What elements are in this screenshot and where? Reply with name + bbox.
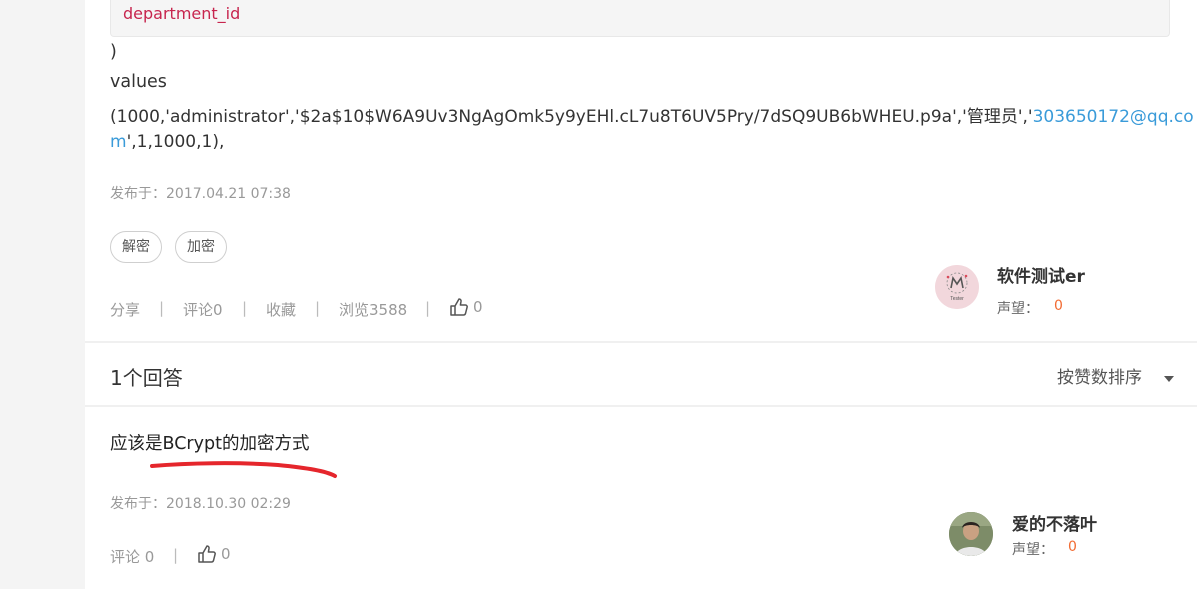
sql-values-text: (1000,'administrator','$2a$10$W6A9Uv3NgA…: [110, 107, 1033, 127]
thumbs-up-icon: [198, 544, 216, 563]
code-block: [110, 0, 1170, 37]
sql-close-paren: ): [110, 42, 117, 62]
answers-count: 1个回答: [110, 366, 183, 390]
svg-text:Tester: Tester: [950, 296, 964, 302]
answer-comment-button[interactable]: 评论 0: [110, 546, 154, 567]
answer-text: 应该是BCrypt的加密方式: [110, 434, 310, 454]
section-divider: [85, 405, 1197, 407]
like-count: 0: [473, 297, 483, 316]
answer-published-date: 发布于：2018.10.30 02:29: [110, 496, 291, 512]
views-count: 浏览3588: [339, 301, 408, 319]
email-link[interactable]: 303650172@qq.co: [1033, 107, 1194, 127]
answerer-avatar[interactable]: [949, 512, 993, 556]
answer-like-count: 0: [221, 544, 231, 563]
answer-like-button[interactable]: 0: [197, 543, 231, 564]
comment-button[interactable]: 评论0: [183, 299, 223, 320]
sort-dropdown[interactable]: 按赞数排序: [1057, 363, 1175, 388]
email-link-continued[interactable]: m: [110, 132, 127, 152]
tester-logo-icon: Tester: [935, 265, 979, 309]
sql-values-line-1: (1000,'administrator','$2a$10$W6A9Uv3NgA…: [110, 102, 1194, 127]
favorite-button[interactable]: 收藏: [266, 299, 296, 320]
reputation-label: 声望：: [997, 301, 1039, 317]
section-divider: [85, 341, 1197, 343]
share-button[interactable]: 分享: [110, 299, 140, 320]
red-underline-annotation: [150, 461, 337, 478]
separator: |: [173, 546, 179, 564]
author-name[interactable]: 软件测试er: [997, 262, 1085, 287]
sql-values-keyword: values: [110, 72, 167, 92]
answerer-reputation-value: 0: [1068, 539, 1077, 555]
tag-encrypt[interactable]: 加密: [175, 231, 227, 263]
answerer-reputation-label: 声望：: [1012, 542, 1054, 558]
person-photo-icon: [949, 512, 993, 556]
like-button[interactable]: 0: [449, 296, 483, 317]
thumbs-up-icon: [450, 297, 468, 316]
reputation-value: 0: [1054, 298, 1063, 314]
code-snippet: department_id: [123, 4, 241, 23]
separator: |: [315, 299, 321, 317]
separator: |: [159, 299, 165, 317]
tag-decrypt[interactable]: 解密: [110, 231, 162, 263]
sql-values-suffix: ',1,1000,1),: [126, 132, 225, 152]
separator: |: [242, 299, 248, 317]
answerer-name[interactable]: 爱的不落叶: [1012, 510, 1097, 535]
sql-values-line-2: m',1,1000,1),: [110, 132, 224, 152]
caret-down-icon: [1164, 375, 1175, 382]
author-avatar[interactable]: Tester: [935, 265, 979, 309]
sort-label: 按赞数排序: [1057, 368, 1142, 388]
question-published-date: 发布于：2017.04.21 07:38: [110, 186, 291, 202]
separator: |: [425, 299, 431, 317]
